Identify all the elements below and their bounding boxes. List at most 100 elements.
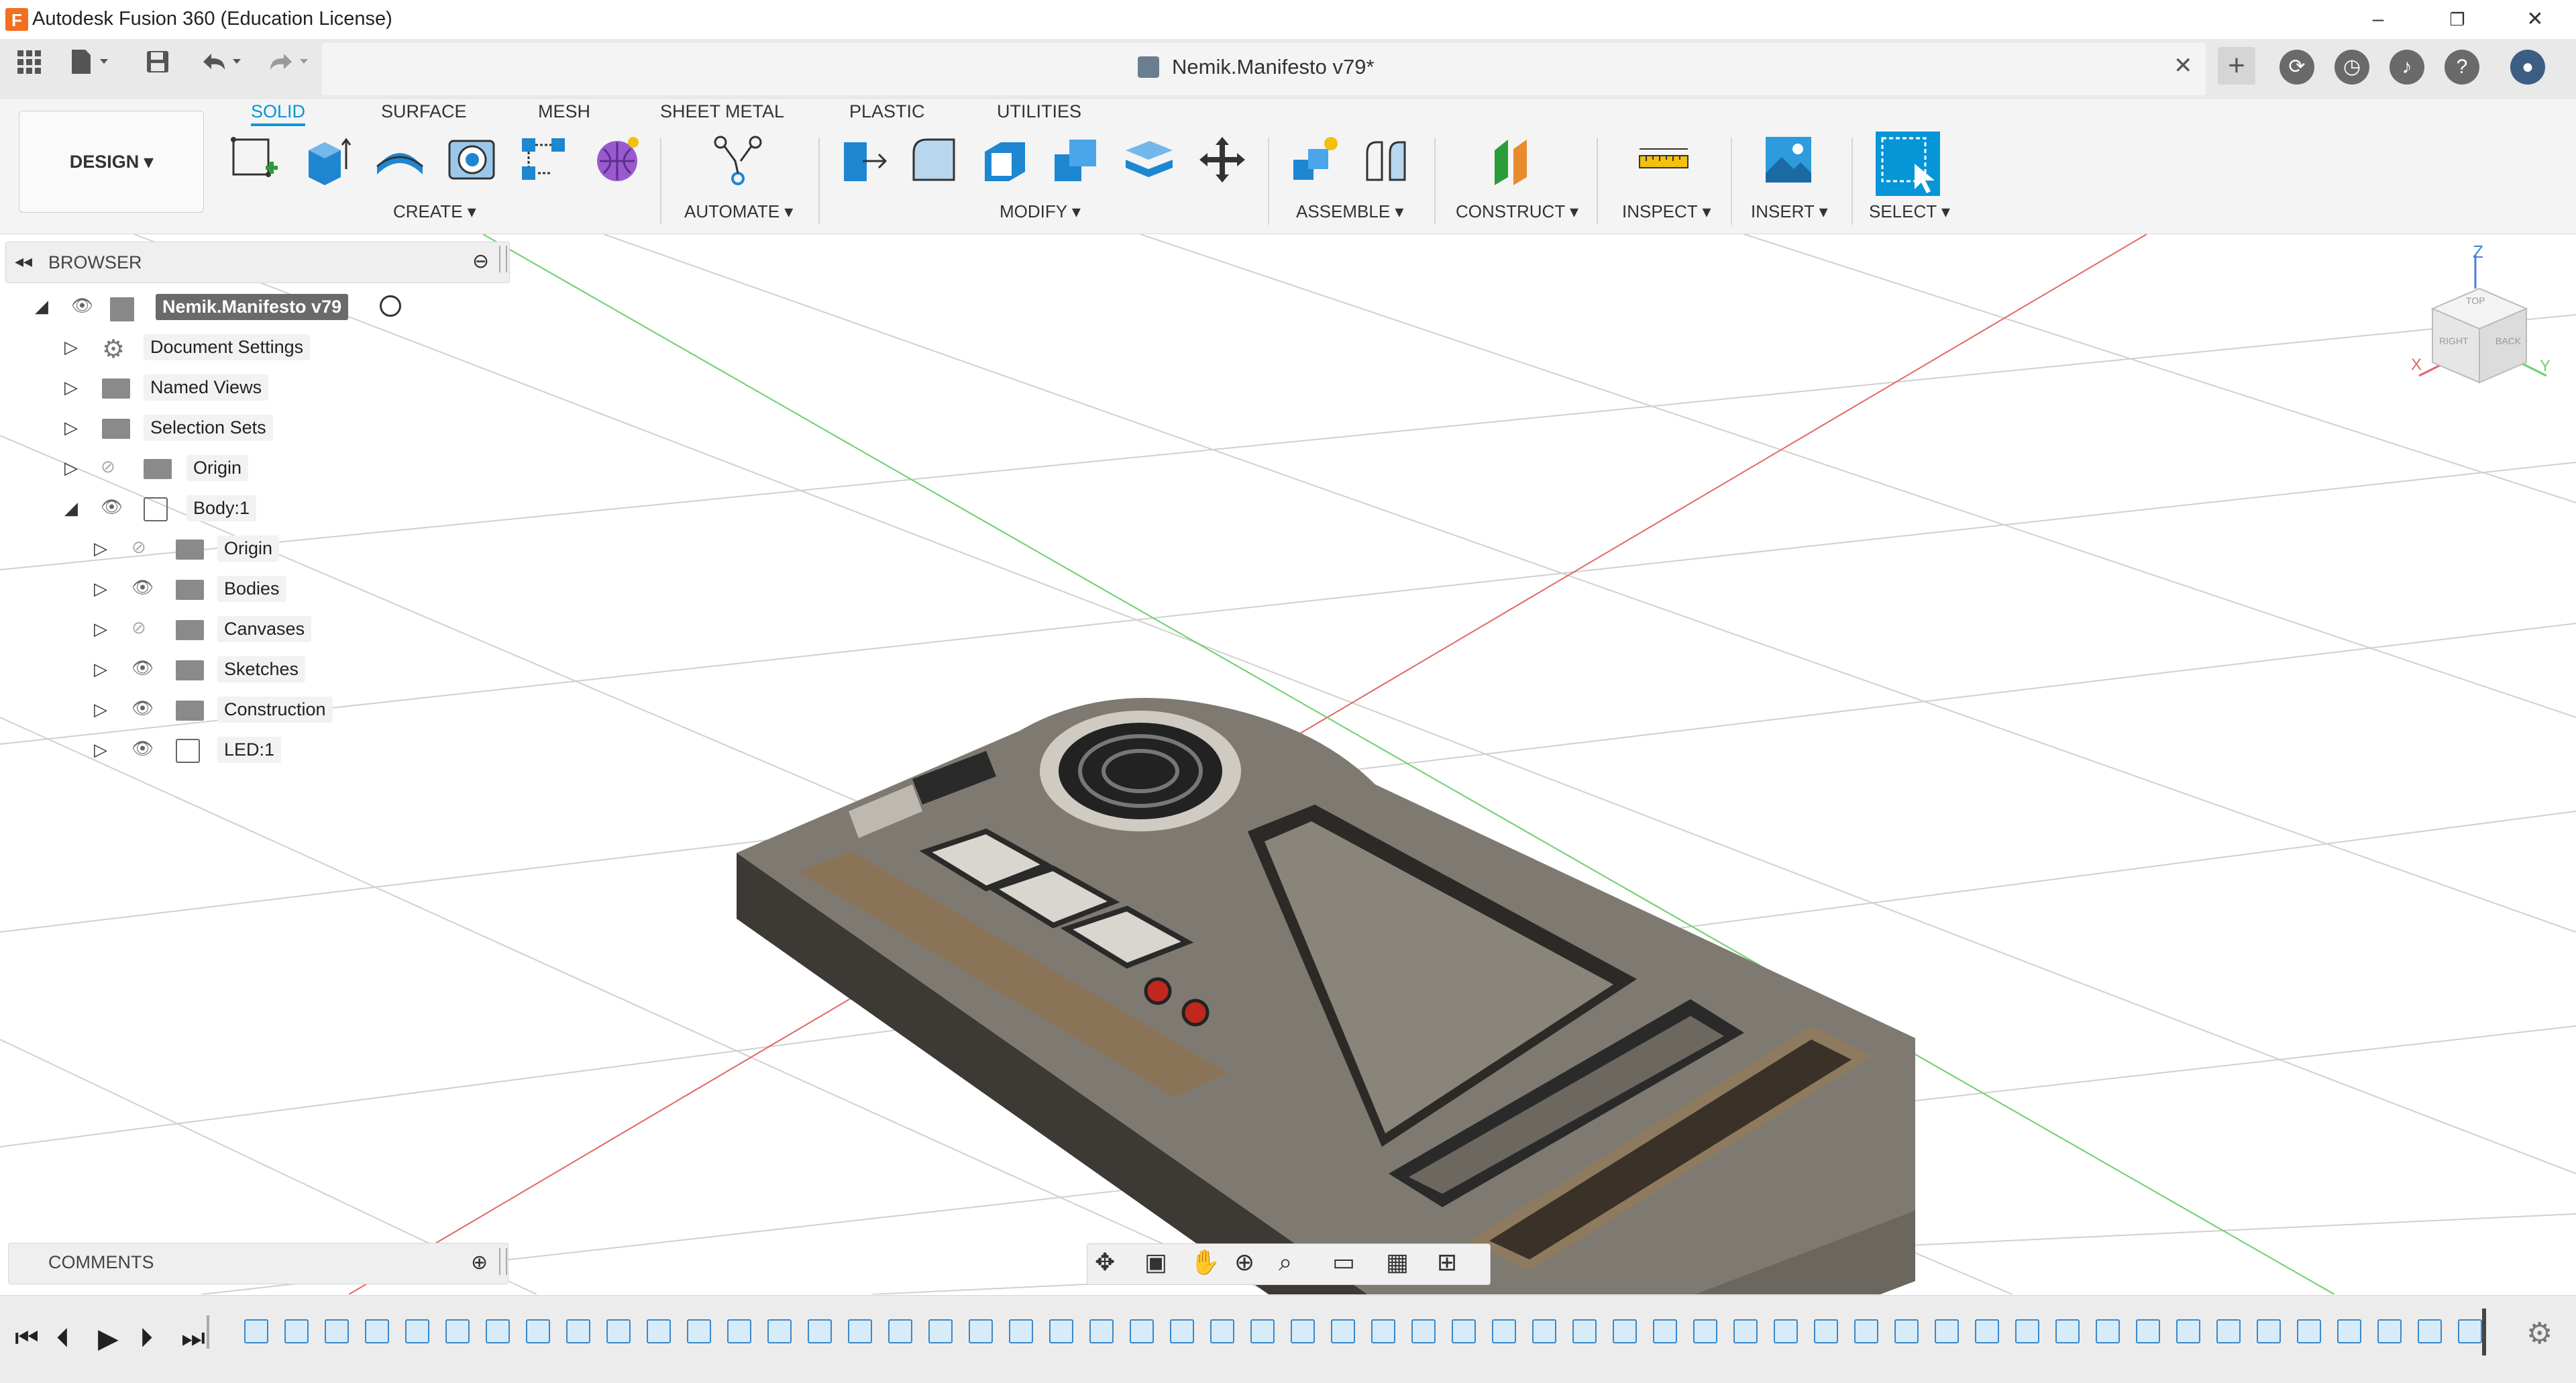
- timeline-feature-icon[interactable]: [1291, 1319, 1315, 1343]
- tree-item-sketches[interactable]: Sketches: [217, 656, 306, 682]
- activate-component-icon[interactable]: [380, 295, 401, 317]
- viewports-icon[interactable]: ⊞: [1437, 1248, 1457, 1276]
- timeline-feature-icon[interactable]: [1733, 1319, 1758, 1343]
- tab-sheet-metal[interactable]: SHEET METAL: [660, 99, 784, 123]
- timeline-feature-icon[interactable]: [1009, 1319, 1033, 1343]
- timeline-feature-icon[interactable]: [888, 1319, 912, 1343]
- timeline-feature-icon[interactable]: [1130, 1319, 1154, 1343]
- save-icon[interactable]: [141, 48, 174, 82]
- construct-group-menu[interactable]: CONSTRUCT ▾: [1456, 201, 1578, 222]
- timeline-feature-icon[interactable]: [445, 1319, 470, 1343]
- view-cube[interactable]: [2406, 242, 2560, 396]
- job-status-icon[interactable]: ⟳: [2279, 50, 2314, 85]
- expand-root-icon[interactable]: ◢: [35, 296, 48, 317]
- tab-utilities[interactable]: UTILITIES: [997, 99, 1081, 123]
- tab-plastic[interactable]: PLASTIC: [849, 99, 925, 123]
- create-form-icon[interactable]: [590, 133, 644, 187]
- combine-icon[interactable]: [1049, 133, 1103, 187]
- tree-item-led[interactable]: LED:1: [217, 737, 282, 763]
- timeline-last-icon[interactable]: ⏭: [181, 1323, 205, 1353]
- expand-selection-sets-icon[interactable]: ▷: [64, 417, 78, 438]
- hidden-eye-icon[interactable]: ⊘: [101, 456, 115, 477]
- measure-icon[interactable]: [1637, 133, 1690, 187]
- tab-solid[interactable]: SOLID: [251, 99, 306, 126]
- timeline-feature-icon[interactable]: [2458, 1319, 2482, 1343]
- timeline-feature-icon[interactable]: [486, 1319, 510, 1343]
- new-tab-plus-icon[interactable]: +: [2218, 47, 2255, 85]
- zoom-icon[interactable]: ⊕: [1234, 1248, 1254, 1276]
- timeline-feature-icon[interactable]: [2096, 1319, 2120, 1343]
- tree-item-body[interactable]: Body:1: [186, 495, 257, 521]
- create-sketch-icon[interactable]: [228, 133, 282, 187]
- browser-minimize-icon[interactable]: ⊖: [472, 250, 489, 273]
- tree-item-selection-sets[interactable]: Selection Sets: [144, 415, 273, 441]
- timeline-feature-icon[interactable]: [1371, 1319, 1395, 1343]
- tree-item-construction[interactable]: Construction: [217, 697, 333, 723]
- timeline-feature-icon[interactable]: [405, 1319, 429, 1343]
- timeline-play-icon[interactable]: ▶: [98, 1323, 119, 1354]
- help-icon[interactable]: ?: [2445, 50, 2479, 85]
- visibility-eye-icon[interactable]: 👁: [131, 698, 154, 719]
- timeline-feature-icon[interactable]: [2418, 1319, 2442, 1343]
- timeline-feature-icon[interactable]: [365, 1319, 389, 1343]
- workspace-switcher-button[interactable]: DESIGN ▾: [19, 111, 204, 213]
- automate-icon[interactable]: [711, 133, 765, 187]
- timeline-feature-icon[interactable]: [2297, 1319, 2321, 1343]
- timeline-feature-icon[interactable]: [1532, 1319, 1556, 1343]
- timeline-settings-gear-icon[interactable]: ⚙: [2526, 1317, 2553, 1351]
- timeline-feature-icon[interactable]: [1572, 1319, 1597, 1343]
- timeline-feature-icon[interactable]: [1653, 1319, 1677, 1343]
- tab-surface[interactable]: SURFACE: [381, 99, 467, 123]
- expand-named-views-icon[interactable]: ▷: [64, 377, 78, 398]
- timeline-feature-icon[interactable]: [647, 1319, 671, 1343]
- timeline-next-icon[interactable]: ⏵: [140, 1323, 153, 1353]
- visibility-eye-icon[interactable]: 👁: [101, 497, 123, 517]
- expand-led-icon[interactable]: ▷: [94, 739, 107, 760]
- create-group-menu[interactable]: CREATE ▾: [393, 201, 476, 222]
- press-pull-icon[interactable]: [836, 133, 890, 187]
- extrude-icon[interactable]: [301, 133, 354, 187]
- timeline-feature-icon[interactable]: [325, 1319, 349, 1343]
- timeline-feature-icon[interactable]: [2216, 1319, 2241, 1343]
- timeline-feature-icon[interactable]: [2136, 1319, 2160, 1343]
- timeline-feature-icon[interactable]: [606, 1319, 631, 1343]
- expand-bodies-icon[interactable]: ▷: [94, 578, 107, 599]
- timeline-feature-icon[interactable]: [1613, 1319, 1637, 1343]
- timeline-feature-icon[interactable]: [1894, 1319, 1919, 1343]
- timeline-marker[interactable]: [2482, 1309, 2486, 1355]
- tree-item-body-origin[interactable]: Origin: [217, 535, 280, 562]
- expand-origin-icon[interactable]: ▷: [64, 458, 78, 478]
- timeline-feature-icon[interactable]: [727, 1319, 751, 1343]
- redo-icon[interactable]: [262, 48, 315, 82]
- notifications-bell-icon[interactable]: ♪: [2390, 50, 2424, 85]
- timeline-feature-icon[interactable]: [1935, 1319, 1959, 1343]
- data-panel-grid-icon[interactable]: [12, 48, 46, 82]
- timeline-feature-icon[interactable]: [1452, 1319, 1476, 1343]
- timeline-first-icon[interactable]: ⏮: [15, 1323, 39, 1353]
- timeline-feature-icon[interactable]: [767, 1319, 792, 1343]
- timeline-feature-icon[interactable]: [2337, 1319, 2361, 1343]
- timeline-feature-icon[interactable]: [1089, 1319, 1114, 1343]
- timeline-feature-icon[interactable]: [1975, 1319, 1999, 1343]
- fit-icon[interactable]: ⌕: [1279, 1248, 1292, 1277]
- timeline-feature-icon[interactable]: [1170, 1319, 1194, 1343]
- timeline-feature-icon[interactable]: [848, 1319, 872, 1343]
- timeline-feature-icon[interactable]: [2015, 1319, 2039, 1343]
- new-component-icon[interactable]: [1288, 133, 1342, 187]
- orbit-icon[interactable]: ✥: [1095, 1248, 1115, 1276]
- timeline-feature-icon[interactable]: [1411, 1319, 1436, 1343]
- model-body[interactable]: [737, 698, 1915, 1383]
- file-menu-icon[interactable]: [64, 48, 118, 82]
- inspect-group-menu[interactable]: INSPECT ▾: [1622, 201, 1711, 222]
- timeline-feature-icon[interactable]: [969, 1319, 993, 1343]
- tab-mesh[interactable]: MESH: [538, 99, 590, 123]
- timeline-feature-icon[interactable]: [1693, 1319, 1717, 1343]
- modify-group-menu[interactable]: MODIFY ▾: [1000, 201, 1081, 222]
- tree-item-bodies[interactable]: Bodies: [217, 576, 286, 602]
- visibility-eye-icon[interactable]: 👁: [131, 738, 154, 759]
- timeline-feature-icon[interactable]: [2377, 1319, 2402, 1343]
- hidden-eye-icon[interactable]: ⊘: [131, 537, 146, 558]
- joint-icon[interactable]: [1359, 133, 1413, 187]
- timeline-feature-icon[interactable]: [284, 1319, 309, 1343]
- expand-canvases-icon[interactable]: ▷: [94, 619, 107, 639]
